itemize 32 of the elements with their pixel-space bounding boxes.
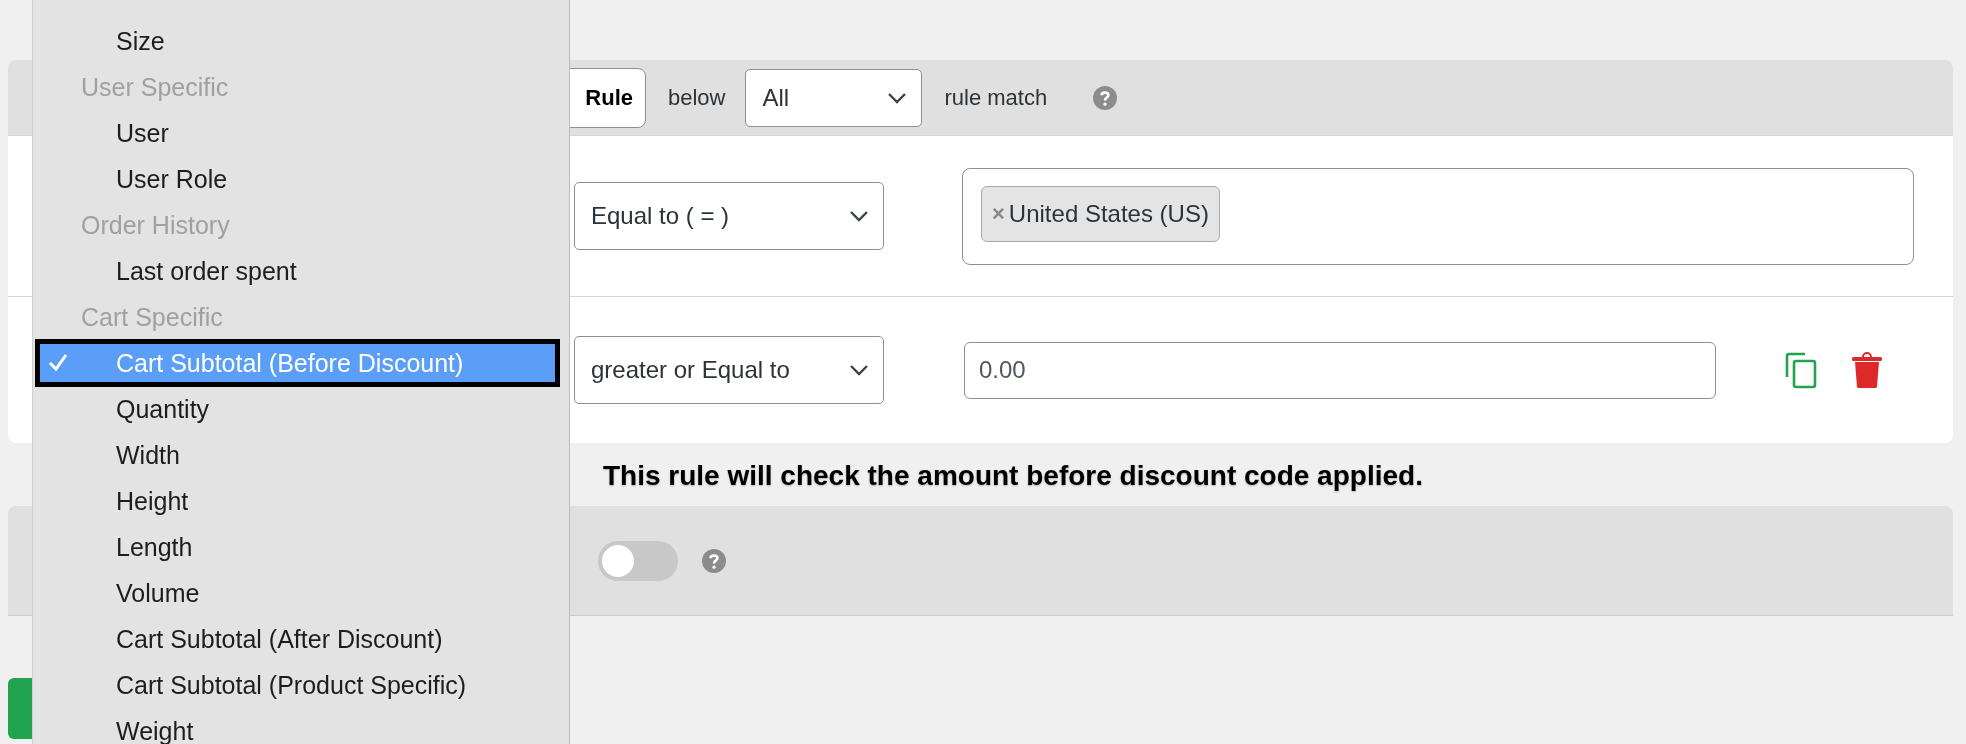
toggle-switch[interactable] [598,540,678,581]
match-select[interactable]: All [745,68,923,127]
dropdown-option[interactable]: Weight [36,708,559,744]
chevron-icon [849,364,869,376]
dropdown-option[interactable]: Cart Subtotal (Product Specific) [36,662,559,708]
dropdown-option[interactable]: Volume [36,570,559,616]
group-label: Order History [80,209,231,241]
operator-select[interactable]: greater or Equal to [574,336,884,404]
rule-match-label: rule match [944,84,1048,111]
trash-icon[interactable] [1851,351,1883,389]
group-label: User Specific [80,71,230,103]
group-label: Cart Specific [80,301,224,333]
dropdown-option[interactable]: Cart Subtotal (After Discount) [36,616,559,662]
country-field[interactable]: × United States (US) [962,167,1914,265]
help-icon[interactable] [1093,85,1118,110]
dropdown-option[interactable]: Length [36,524,559,570]
annotation-text: This rule will check the amount before discount code applied. [603,459,1424,493]
dropdown-option[interactable]: User Role [36,156,559,202]
dropdown-option[interactable]: Quantity [36,386,559,432]
amount-field[interactable]: 0.00 [964,341,1716,399]
dropdown-option[interactable]: Last order spent [36,248,559,294]
dropdown-option[interactable]: Height [36,478,559,524]
copy-icon[interactable] [1785,351,1817,389]
dropdown-option[interactable]: Size [36,18,559,64]
operator-select[interactable]: Equal to ( = ) [574,182,884,250]
below-label: below [668,84,726,111]
tag-label: United States (US) [1008,199,1209,228]
dropdown-option[interactable]: Width [36,432,559,478]
help-icon[interactable] [702,548,726,573]
chevron-icon [849,210,869,222]
check-icon [48,353,68,371]
chevron-icon [887,91,908,104]
